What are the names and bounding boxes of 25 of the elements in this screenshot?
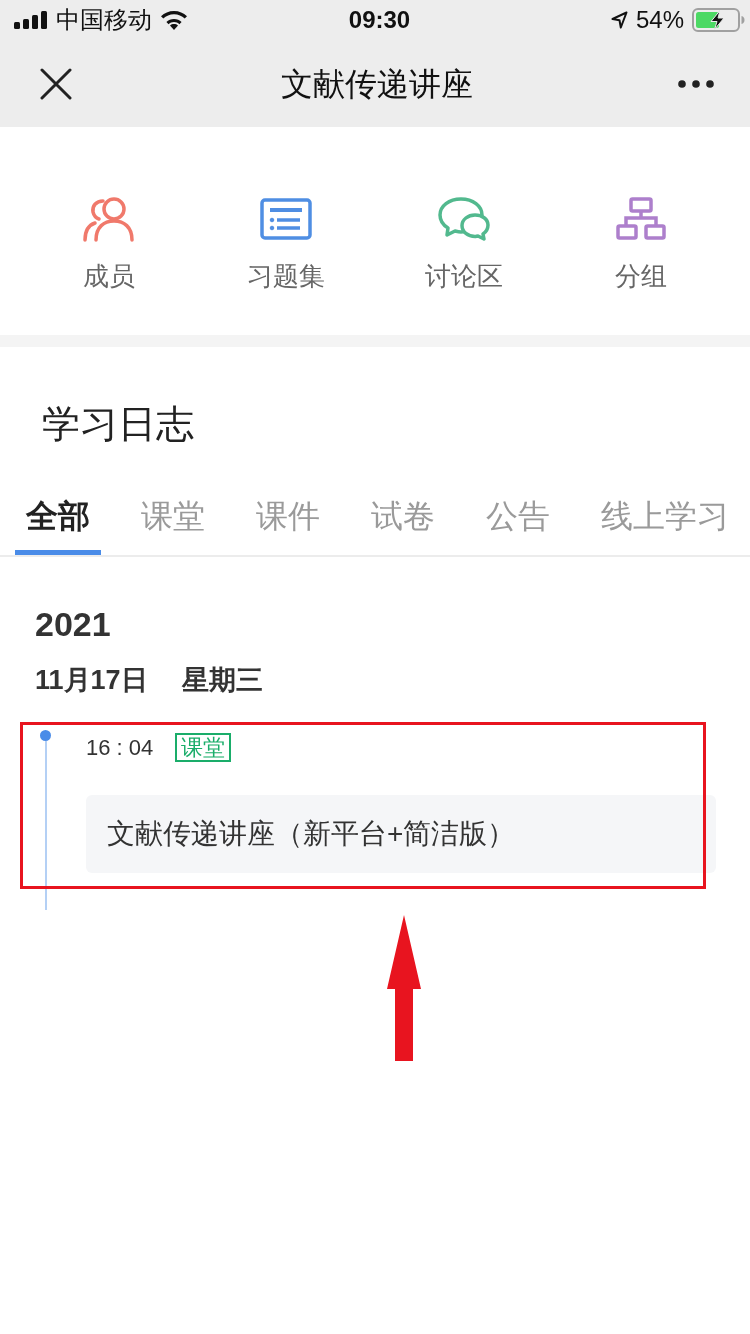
type-tag: 课堂 bbox=[175, 733, 232, 762]
shortcut-button[interactable]: 讨论区 bbox=[375, 195, 553, 292]
more-icon bbox=[678, 79, 714, 88]
location-arrow-icon bbox=[610, 11, 628, 29]
more-button[interactable] bbox=[678, 79, 714, 88]
close-icon bbox=[40, 67, 72, 100]
entry-card[interactable]: 文献传递讲座（新平台+简洁版） bbox=[86, 795, 716, 873]
shortcut-button[interactable]: 分组 bbox=[552, 195, 730, 292]
carrier-name: 中国移动 bbox=[56, 6, 152, 34]
section-title: 学习日志 bbox=[42, 402, 194, 447]
close-button[interactable] bbox=[40, 67, 72, 100]
year-heading: 2021 bbox=[35, 604, 111, 644]
clock-time: 09:30 bbox=[348, 6, 411, 34]
shortcut-button[interactable]: 成员 bbox=[20, 195, 198, 292]
page-title: 文献传递讲座 bbox=[281, 64, 473, 104]
weekday-label: 星期三 bbox=[181, 664, 263, 697]
battery-percent: 54% bbox=[635, 6, 684, 34]
entry-time: 16 : 04 bbox=[86, 734, 154, 761]
filter-tab[interactable]: 全部 bbox=[15, 496, 101, 555]
timeline-dot bbox=[40, 730, 51, 741]
battery-charging-icon bbox=[692, 8, 745, 32]
wifi-icon bbox=[161, 10, 187, 30]
signal-icon bbox=[14, 11, 47, 29]
shortcut-button[interactable]: 习题集 bbox=[197, 195, 375, 292]
date-label: 11月17日 bbox=[35, 664, 148, 697]
